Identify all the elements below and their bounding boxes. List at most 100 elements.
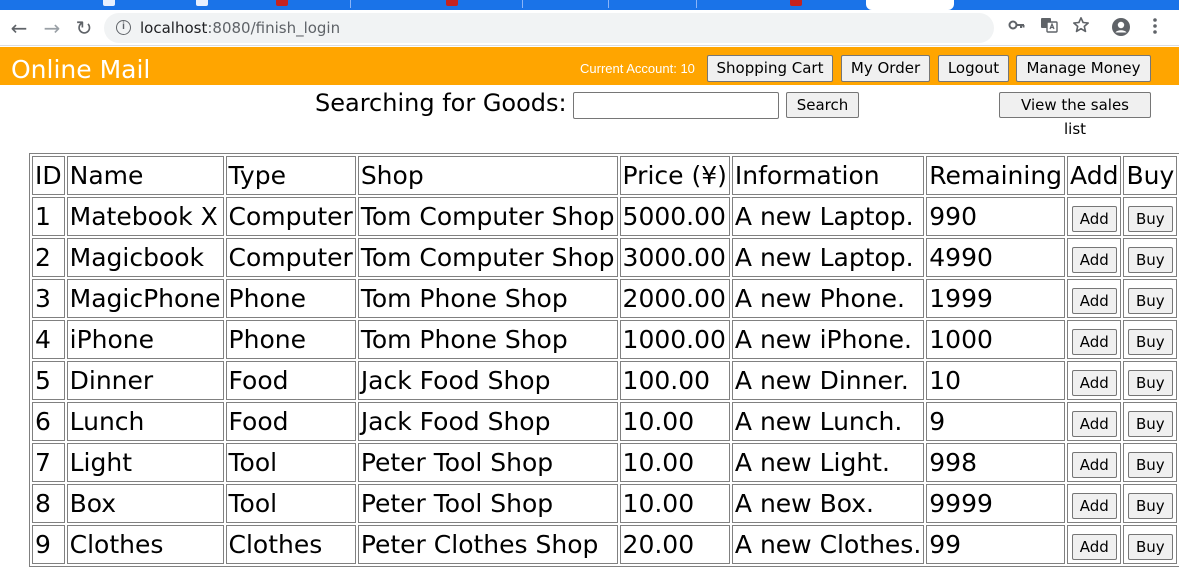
information-cell: A new Dinner. (731, 361, 925, 400)
profile-icon[interactable] (1110, 17, 1132, 39)
remaining-cell: 10 (926, 361, 1066, 400)
name-cell: Matebook X (66, 197, 224, 236)
key-icon[interactable] (1006, 16, 1028, 38)
buy-button[interactable]: Buy (1128, 534, 1173, 560)
id-cell: 4 (32, 320, 65, 359)
price-cell: 10.00 (619, 484, 730, 523)
column-header-price: Price (¥) (619, 156, 730, 195)
information-cell: A new Laptop. (731, 238, 925, 277)
tab-favicon[interactable] (103, 0, 115, 6)
buy-cell: Buy (1123, 279, 1178, 318)
tab-favicon[interactable] (790, 0, 802, 6)
app-title: Online Mail (11, 55, 151, 84)
table-header-row: ID Name Type Shop Price (¥) Information Remain… (32, 156, 1178, 195)
id-cell: 1 (32, 197, 65, 236)
remaining-cell: 4990 (926, 238, 1066, 277)
id-cell: 7 (32, 443, 65, 482)
type-cell: Tool (225, 484, 356, 523)
buy-button[interactable]: Buy (1128, 411, 1173, 437)
price-cell: 10.00 (619, 402, 730, 441)
buy-button[interactable]: Buy (1128, 493, 1173, 519)
manage-money-button[interactable]: Manage Money (1016, 55, 1151, 82)
shop-cell: Peter Clothes Shop (357, 525, 618, 564)
remaining-cell: 998 (926, 443, 1066, 482)
translate-icon[interactable] (1038, 16, 1060, 38)
buy-button[interactable]: Buy (1128, 288, 1173, 314)
add-button[interactable]: Add (1071, 206, 1117, 232)
table-row: 6 Lunch Food Jack Food Shop 10.00 A new Lunch… (32, 402, 1178, 441)
column-header-shop: Shop (357, 156, 618, 195)
buy-button[interactable]: Buy (1128, 329, 1173, 355)
price-cell: 20.00 (619, 525, 730, 564)
buy-cell: Buy (1123, 402, 1178, 441)
table-row: 1 Matebook X Computer Tom Computer Shop 5000… (32, 197, 1178, 236)
remaining-cell: 990 (926, 197, 1066, 236)
star-icon[interactable] (1070, 16, 1092, 38)
name-cell: MagicPhone (66, 279, 224, 318)
add-button[interactable]: Add (1071, 411, 1117, 437)
add-cell: Add (1067, 484, 1122, 523)
buy-cell: Buy (1123, 361, 1178, 400)
shopping-cart-button[interactable]: Shopping Cart (707, 55, 833, 82)
column-header-add: Add (1067, 156, 1122, 195)
search-input[interactable] (573, 92, 779, 119)
search-button[interactable]: Search (786, 92, 859, 118)
my-order-button[interactable]: My Order (841, 55, 930, 82)
back-arrow-icon[interactable]: ← (7, 16, 31, 40)
id-cell: 8 (32, 484, 65, 523)
table-row: 3 MagicPhone Phone Tom Phone Shop 2000.00 A n… (32, 279, 1178, 318)
add-button[interactable]: Add (1071, 247, 1117, 273)
shop-cell: Jack Food Shop (357, 402, 618, 441)
active-tab[interactable] (866, 0, 954, 10)
goods-table: ID Name Type Shop Price (¥) Information Remain… (29, 153, 1179, 567)
add-button[interactable]: Add (1071, 452, 1117, 478)
table-row: 7 Light Tool Peter Tool Shop 10.00 A new Ligh… (32, 443, 1178, 482)
add-button[interactable]: Add (1071, 329, 1117, 355)
column-header-buy: Buy (1123, 156, 1178, 195)
id-cell: 2 (32, 238, 65, 277)
price-cell: 3000.00 (619, 238, 730, 277)
buy-button[interactable]: Buy (1128, 206, 1173, 232)
view-sales-list-button[interactable]: View the sales list (999, 92, 1151, 138)
tab-favicon[interactable] (276, 0, 288, 6)
column-header-remaining: Remaining (926, 156, 1066, 195)
buy-cell: Buy (1123, 238, 1178, 277)
tab-favicon[interactable] (446, 0, 458, 6)
column-header-id: ID (32, 156, 65, 195)
tab-favicon[interactable] (196, 0, 208, 6)
add-cell: Add (1067, 320, 1122, 359)
info-icon[interactable]: i (116, 20, 131, 35)
tab-separator (608, 0, 609, 8)
price-cell: 2000.00 (619, 279, 730, 318)
name-cell: Clothes (66, 525, 224, 564)
information-cell: A new Phone. (731, 279, 925, 318)
id-cell: 3 (32, 279, 65, 318)
current-account: Current Account: 10 (580, 61, 695, 76)
buy-button[interactable]: Buy (1128, 247, 1173, 273)
forward-arrow-icon[interactable]: → (40, 16, 64, 40)
shop-cell: Jack Food Shop (357, 361, 618, 400)
remaining-cell: 99 (926, 525, 1066, 564)
table-row: 8 Box Tool Peter Tool Shop 10.00 A new Box. 99… (32, 484, 1178, 523)
reload-icon[interactable]: ↻ (72, 16, 96, 40)
id-cell: 5 (32, 361, 65, 400)
remaining-cell: 1999 (926, 279, 1066, 318)
name-cell: iPhone (66, 320, 224, 359)
app-header: Online Mail Current Account: 10 Shopping… (0, 47, 1179, 85)
logout-button[interactable]: Logout (938, 55, 1009, 82)
add-button[interactable]: Add (1071, 534, 1117, 560)
name-cell: Light (66, 443, 224, 482)
buy-button[interactable]: Buy (1128, 452, 1173, 478)
address-bar[interactable]: i localhost:8080/finish_login (104, 13, 1089, 43)
buy-button[interactable]: Buy (1128, 370, 1173, 396)
add-button[interactable]: Add (1071, 370, 1117, 396)
add-button[interactable]: Add (1071, 493, 1117, 519)
buy-cell: Buy (1123, 484, 1178, 523)
table-row: 5 Dinner Food Jack Food Shop 100.00 A new Din… (32, 361, 1178, 400)
add-cell: Add (1067, 361, 1122, 400)
add-button[interactable]: Add (1071, 288, 1117, 314)
type-cell: Food (225, 402, 356, 441)
shop-cell: Tom Computer Shop (357, 238, 618, 277)
tab-separator (522, 0, 523, 8)
menu-icon[interactable] (1144, 17, 1166, 39)
